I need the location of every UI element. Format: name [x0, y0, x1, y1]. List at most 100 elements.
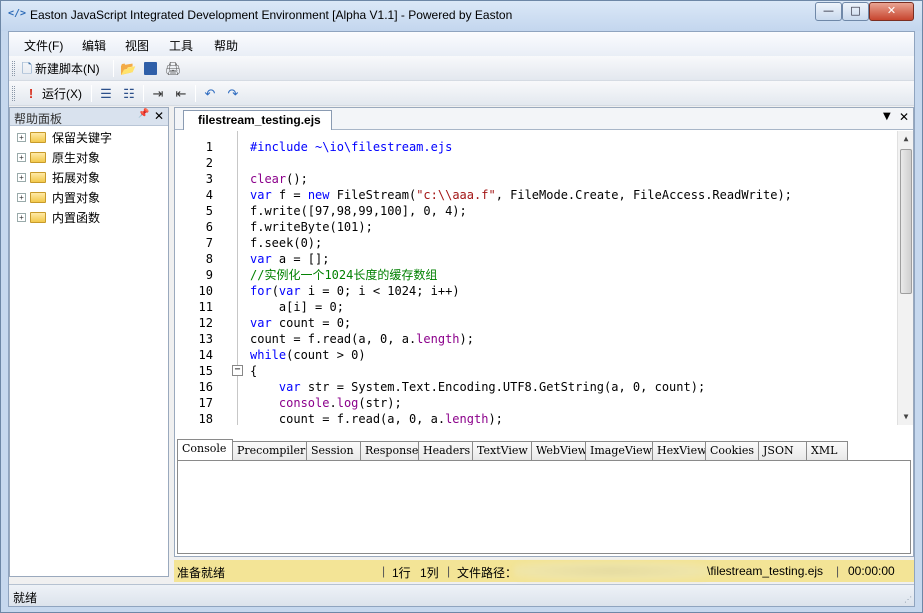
output-tab-xml[interactable]: XML	[806, 441, 848, 460]
editor-tab-file[interactable]: filestream_testing.ejs	[183, 110, 332, 130]
code-text: var a = [];	[250, 252, 330, 266]
tab-close-icon[interactable]: ✕	[899, 110, 909, 124]
expand-icon[interactable]: +	[17, 152, 26, 162]
minimize-button[interactable]: —	[815, 2, 842, 21]
menu-help[interactable]: 帮助	[214, 37, 238, 54]
redo-button[interactable]: ↷	[225, 84, 241, 103]
menu-bar: 文件(F) 编辑 视图 工具 帮助	[9, 32, 914, 56]
output-tab-console[interactable]: Console	[177, 439, 233, 460]
code-line[interactable]: 12 var count = 0;	[175, 315, 895, 331]
pin-icon[interactable]: 📌	[138, 109, 149, 119]
code-line[interactable]: 3 clear();	[175, 171, 895, 187]
output-tab-session[interactable]: Session	[306, 441, 361, 460]
expand-icon[interactable]: +	[17, 212, 26, 222]
toolbar-grip[interactable]	[12, 86, 15, 101]
title-bar[interactable]: </> Easton JavaScript Integrated Develop…	[1, 1, 922, 31]
tree-item-keywords[interactable]: + 保留关键字	[17, 128, 112, 146]
app-window: </> Easton JavaScript Integrated Develop…	[0, 0, 923, 613]
print-button[interactable]: 🖨	[165, 59, 182, 78]
run-button[interactable]: ! 运行(X)	[23, 84, 82, 103]
maximize-button[interactable]: □	[842, 2, 869, 21]
toolbar-grip[interactable]	[12, 61, 15, 76]
toolbar-separator	[143, 85, 144, 102]
line-number: 2	[205, 156, 213, 170]
code-line[interactable]: 18 count = f.read(a, 0, a.length);	[175, 411, 895, 425]
code-text: //实例化一个1024长度的缓存数组	[250, 268, 438, 282]
output-tab-textview[interactable]: TextView	[472, 441, 532, 460]
code-text: var str = System.Text.Encoding.UTF8.GetS…	[278, 380, 706, 394]
code-line[interactable]: 1 #include ~\io\filestream.ejs	[175, 139, 895, 155]
output-tab-json[interactable]: JSON	[758, 441, 807, 460]
expand-icon[interactable]: +	[17, 192, 26, 202]
outdent-button[interactable]: ⇤	[173, 84, 189, 103]
tree-item-builtin-functions[interactable]: + 内置函数	[17, 208, 100, 226]
tree-item-extended-objects[interactable]: + 拓展对象	[17, 168, 100, 186]
resize-grip-icon[interactable]: ⋰	[904, 595, 912, 604]
print-icon: 🖨	[165, 60, 182, 76]
menu-file[interactable]: 文件(F)	[24, 37, 63, 54]
menu-tools[interactable]: 工具	[169, 37, 193, 54]
elapsed-time: 00:00:00	[848, 564, 895, 578]
help-panel: 帮助面板 📌 ✕ + 保留关键字 + 原生对象 + 拓展对象 + 内置对象 + 内置函数	[9, 107, 169, 577]
code-line[interactable]: 14 while(count > 0)	[175, 347, 895, 363]
code-line[interactable]: 2	[175, 155, 895, 171]
new-script-button[interactable]: 🗋 新建脚本(N)	[19, 59, 100, 78]
tab-dropdown-icon[interactable]: ▼	[883, 111, 891, 122]
col-indicator: 1列	[420, 566, 439, 580]
expand-icon[interactable]: +	[17, 132, 26, 142]
output-tab-precompiler[interactable]: Precompiler	[232, 441, 307, 460]
indent-button[interactable]: ⇥	[150, 84, 166, 103]
scroll-up-icon[interactable]: ▲	[898, 131, 913, 147]
folder-icon	[30, 211, 46, 223]
output-tab-imageview[interactable]: ImageView	[585, 441, 653, 460]
line-number: 17	[198, 396, 213, 410]
line-number: 3	[205, 172, 213, 186]
panel-close-icon[interactable]: ✕	[154, 109, 164, 123]
tree-item-builtin-objects[interactable]: + 内置对象	[17, 188, 100, 206]
code-line[interactable]: 15 {	[175, 363, 895, 379]
status-separator: |	[382, 564, 386, 578]
scroll-thumb[interactable]	[900, 149, 912, 294]
output-tab-headers[interactable]: Headers	[418, 441, 473, 460]
open-button[interactable]: 📂	[120, 59, 136, 78]
redacted-path	[514, 562, 709, 580]
code-line[interactable]: 10 for(var i = 0; i < 1024; i++)	[175, 283, 895, 299]
console-output[interactable]	[177, 460, 911, 554]
code-editor[interactable]: ▲ ▼ 1 #include ~\io\filestream.ejs 2 3 clear…	[175, 131, 913, 425]
line-number: 7	[205, 236, 213, 250]
expand-icon[interactable]: +	[17, 172, 26, 182]
vertical-scrollbar[interactable]: ▲ ▼	[897, 131, 913, 425]
status-separator: |	[447, 564, 451, 578]
code-line[interactable]: 4 var f = new FileStream("c:\\aaa.f", Fil…	[175, 187, 895, 203]
comment-button[interactable]: ☰	[98, 84, 114, 103]
code-line[interactable]: 6 f.writeByte(101);	[175, 219, 895, 235]
tree-item-label: 保留关键字	[52, 130, 113, 145]
menu-view[interactable]: 视图	[125, 37, 149, 54]
save-button[interactable]	[144, 59, 157, 78]
output-tab-response[interactable]: Response	[360, 441, 419, 460]
uncomment-button[interactable]: ☷	[121, 84, 137, 103]
code-line[interactable]: 11 a[i] = 0;	[175, 299, 895, 315]
tree-item-native-objects[interactable]: + 原生对象	[17, 148, 100, 166]
output-tab-hexview[interactable]: HexView	[652, 441, 707, 460]
output-tab-webview[interactable]: WebView	[531, 441, 587, 460]
line-number: 15	[198, 364, 213, 378]
code-line[interactable]: 8 var a = [];	[175, 251, 895, 267]
close-button[interactable]: ✕	[869, 2, 914, 21]
fold-collapse-icon[interactable]: −	[232, 365, 243, 376]
code-line[interactable]: 13 count = f.read(a, 0, a.length);	[175, 331, 895, 347]
code-text: clear();	[250, 172, 308, 186]
code-text: f.write([97,98,99,100], 0, 4);	[250, 204, 467, 218]
output-tab-cookies[interactable]: Cookies	[705, 441, 759, 460]
code-line[interactable]: 9 //实例化一个1024长度的缓存数组	[175, 267, 895, 283]
code-line[interactable]: 17 console.log(str);	[175, 395, 895, 411]
toolbar-separator	[195, 85, 196, 102]
menu-edit[interactable]: 编辑	[82, 37, 106, 54]
file-path-label: 文件路径：	[457, 566, 518, 580]
code-line[interactable]: 16 var str = System.Text.Encoding.UTF8.G…	[175, 379, 895, 395]
indent-icon: ⇥	[152, 85, 164, 101]
scroll-down-icon[interactable]: ▼	[898, 409, 913, 425]
code-line[interactable]: 7 f.seek(0);	[175, 235, 895, 251]
undo-button[interactable]: ↶	[202, 84, 218, 103]
code-line[interactable]: 5 f.write([97,98,99,100], 0, 4);	[175, 203, 895, 219]
